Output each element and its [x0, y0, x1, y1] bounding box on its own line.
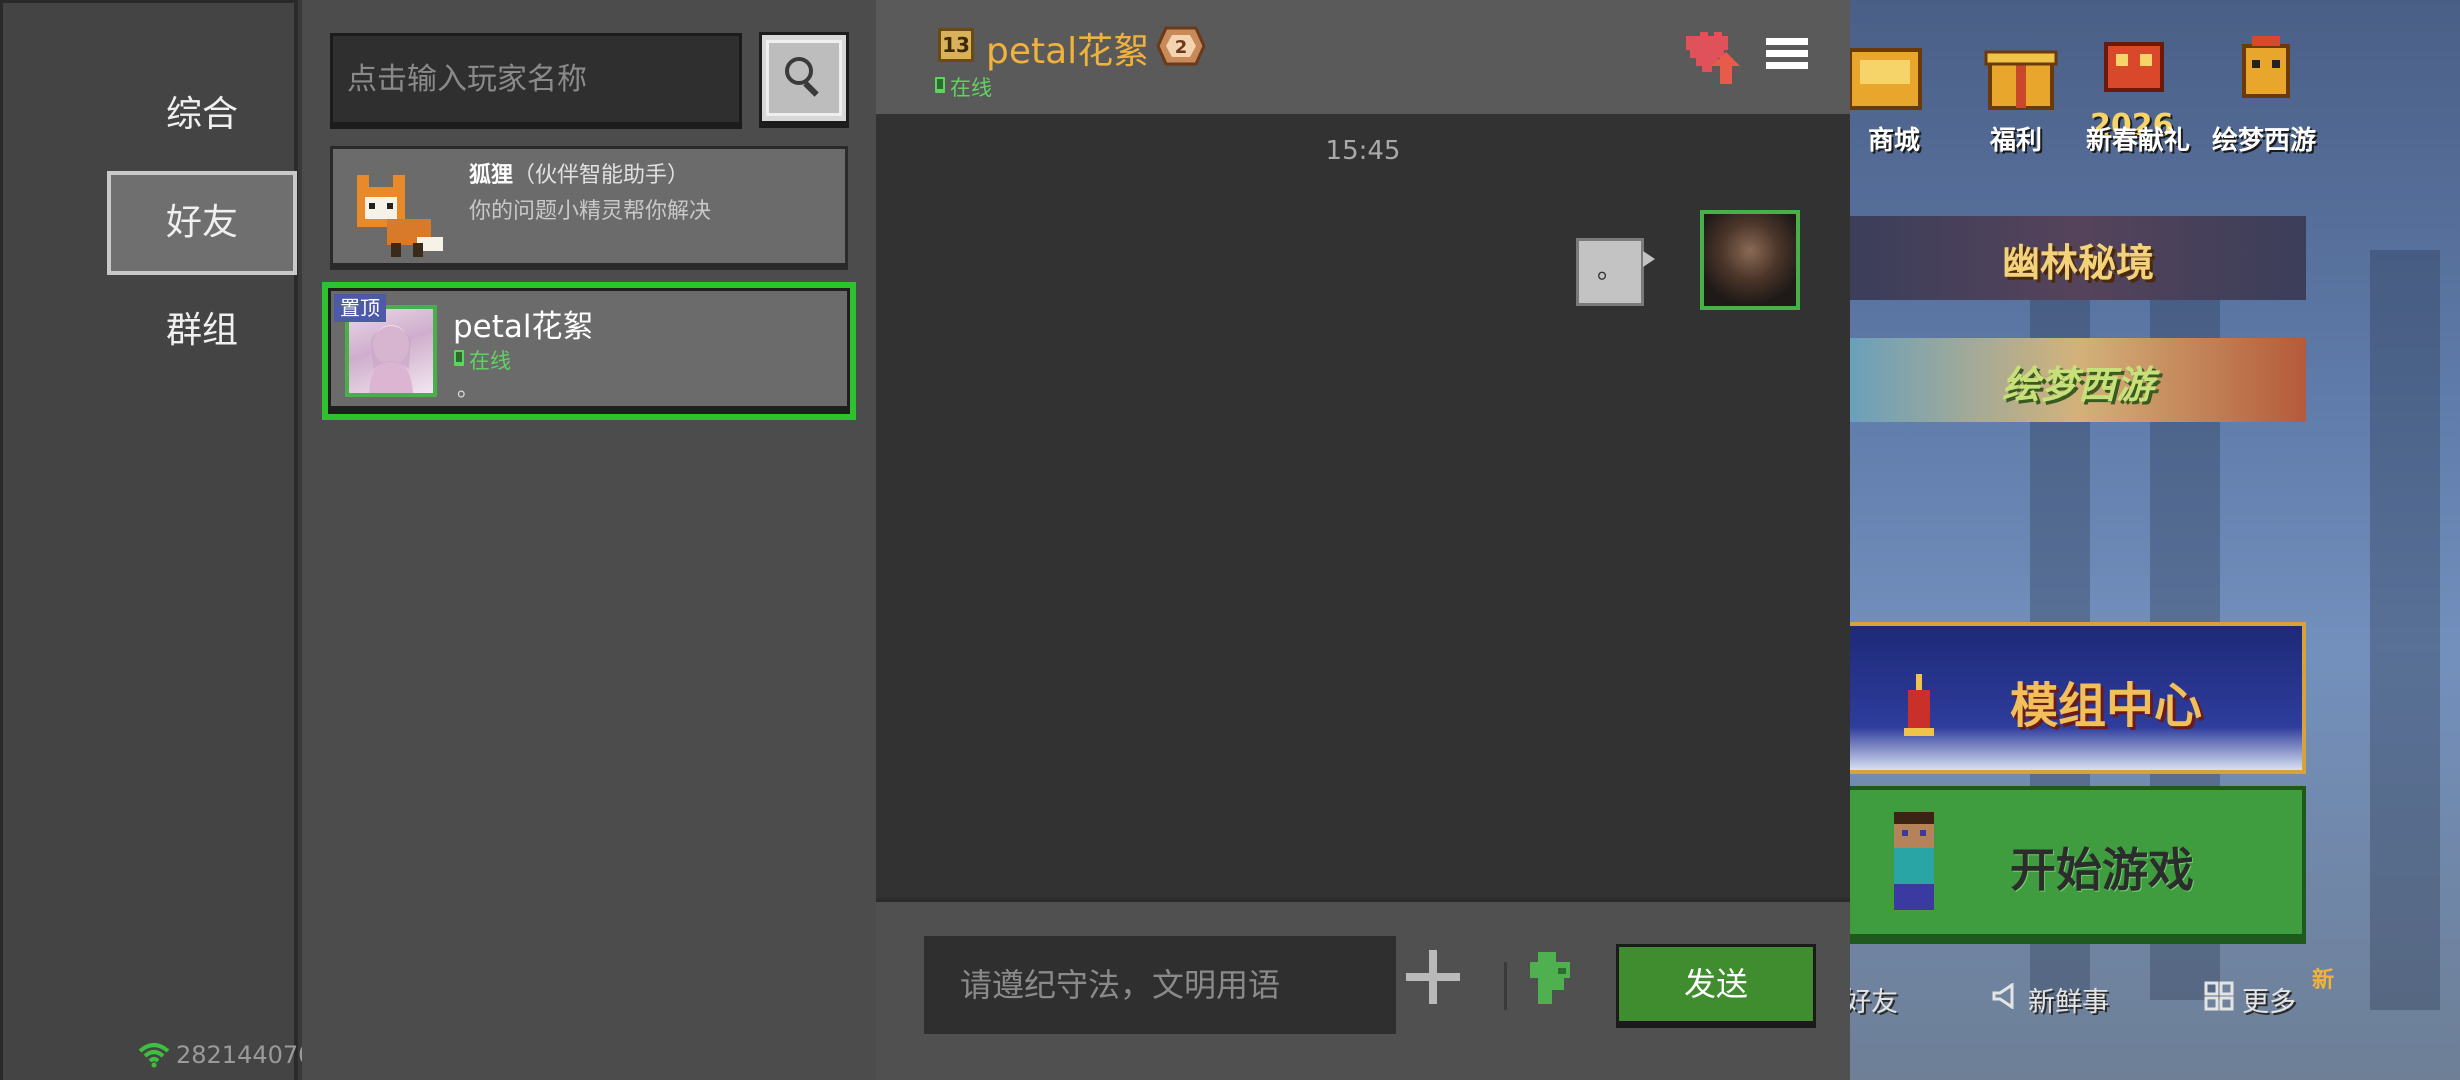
- send-button[interactable]: 发送: [1616, 944, 1816, 1028]
- category-sidebar: 综合 好友 群组 2821440704: [0, 0, 329, 1080]
- mod-center-label: 模组中心: [2010, 678, 2203, 734]
- chat-header: 13 petal花絮 2 在线: [876, 0, 1850, 118]
- lobby-nav-friends[interactable]: 好友: [1850, 980, 1898, 1019]
- wifi-icon: [138, 1042, 170, 1068]
- chat-message-area[interactable]: 15:45 。: [876, 118, 1850, 898]
- search-button[interactable]: [759, 32, 849, 128]
- assistant-description: 你的问题小精灵帮你解决: [469, 199, 712, 224]
- firework-icon: [1890, 670, 1950, 744]
- network-status: 2821440704: [138, 1041, 329, 1069]
- assistant-role: （伙伴智能助手）: [513, 163, 690, 188]
- fox-avatar: [347, 157, 447, 261]
- start-game-button[interactable]: 开始游戏: [1850, 786, 2306, 944]
- friend-card-petal[interactable]: 置顶 petal花絮 在线 。: [322, 282, 856, 420]
- chat-partner-status: 在线: [934, 72, 992, 102]
- assistant-name-line: 狐狸（伙伴智能助手）: [469, 157, 689, 189]
- new-tag: 新: [2312, 968, 2335, 993]
- lobby-nav-news[interactable]: 新鲜事: [1992, 980, 2109, 1019]
- player-search-input[interactable]: [333, 36, 739, 122]
- phone-icon: [453, 348, 465, 372]
- message-bubble[interactable]: 。: [1576, 238, 1655, 306]
- chat-title[interactable]: petal花絮: [986, 22, 1149, 74]
- my-avatar[interactable]: [1700, 210, 1800, 310]
- chat-input-bar: 发送: [876, 898, 1850, 1080]
- phone-icon: [934, 75, 946, 99]
- spring-gift-label[interactable]: 新春献礼: [2086, 120, 2190, 157]
- event-banner-journey[interactable]: 绘梦西游: [1850, 338, 2306, 422]
- shop-label[interactable]: 商城: [1868, 120, 1920, 157]
- search-icon: [782, 54, 826, 102]
- lobby-nav-news-label: 新鲜事: [2028, 987, 2109, 1018]
- player-search-box[interactable]: [330, 33, 742, 129]
- menu-icon-bar: [1766, 38, 1808, 45]
- game-lobby-background: 商城 福利 2026 新春献礼 绘梦西游 幽林秘境 绘梦西游 模组中心 开始游戏…: [1850, 0, 2460, 1080]
- event-banner-forest-title: 幽林秘境: [2001, 241, 2154, 285]
- pinned-badge: 置顶: [334, 294, 386, 322]
- assistant-card[interactable]: 狐狸（伙伴智能助手） 你的问题小精灵帮你解决: [330, 146, 848, 270]
- grid-icon: [2204, 981, 2234, 1018]
- lobby-nav-friends-label: 好友: [1850, 987, 1898, 1018]
- message-timestamp: 15:45: [1325, 136, 1401, 166]
- input-divider: [1504, 962, 1507, 1010]
- steve-icon: [1878, 812, 1958, 916]
- heart-up-icon: [1680, 32, 1742, 90]
- start-game-label: 开始游戏: [2010, 843, 2194, 897]
- intimacy-heart-button[interactable]: [1680, 28, 1742, 86]
- menu-icon-bar: [1766, 62, 1808, 69]
- chat-partner-status-text: 在线: [950, 76, 992, 100]
- rank-badge: 2: [1156, 26, 1206, 66]
- friend-last-message: 。: [457, 377, 480, 402]
- rank-number: 2: [1175, 37, 1188, 58]
- gift-label[interactable]: 福利: [1990, 120, 2042, 157]
- category-tab-groups[interactable]: 群组: [107, 279, 297, 383]
- gift-icon[interactable]: [1978, 30, 2068, 122]
- event-banner-journey-title: 绘梦西游: [2001, 363, 2154, 407]
- plus-icon[interactable]: [1404, 948, 1462, 1006]
- emoji-block-icon[interactable]: [1530, 952, 1578, 1004]
- menu-icon-bar: [1766, 50, 1808, 57]
- event-banner-forest[interactable]: 幽林秘境: [1850, 216, 2306, 300]
- level-badge: 13: [938, 28, 974, 62]
- mod-center-button[interactable]: 模组中心: [1850, 622, 2306, 774]
- assistant-name: 狐狸: [469, 163, 514, 188]
- lobby-nav-more[interactable]: 更多: [2204, 980, 2296, 1019]
- category-tab-friends[interactable]: 好友: [107, 171, 297, 275]
- megaphone-icon: [1992, 982, 2020, 1016]
- lobby-nav-more-label: 更多: [2242, 987, 2296, 1018]
- monkey-king-icon[interactable]: [2222, 30, 2312, 122]
- chat-menu-button[interactable]: [1766, 38, 1808, 76]
- chat-input[interactable]: [924, 936, 1396, 1034]
- friend-name: petal花絮: [453, 309, 594, 345]
- monkey-king-label[interactable]: 绘梦西游: [2212, 120, 2316, 157]
- category-tab-general[interactable]: 综合: [107, 63, 297, 167]
- shop-icon[interactable]: [1850, 30, 1934, 122]
